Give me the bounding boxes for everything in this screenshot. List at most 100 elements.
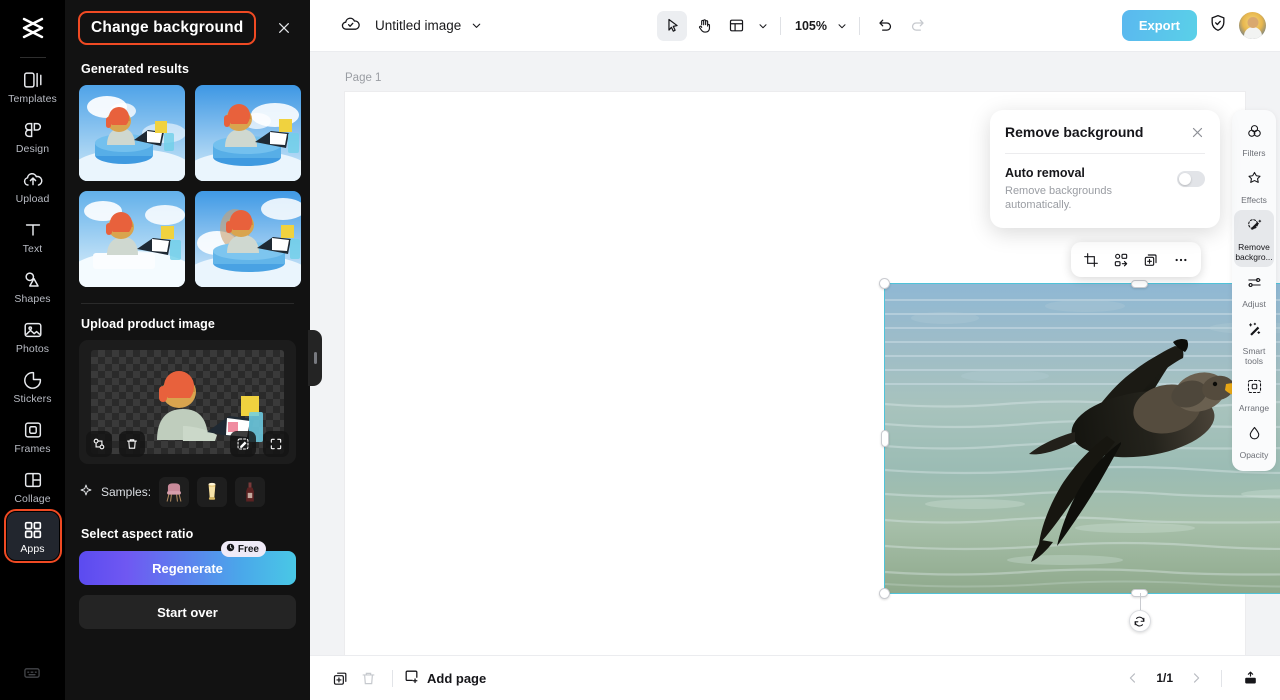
- right-item-adjust[interactable]: Adjust: [1234, 267, 1274, 314]
- auto-removal-toggle[interactable]: [1177, 171, 1205, 187]
- crop-button[interactable]: [1077, 246, 1105, 274]
- upload-product-image-box[interactable]: [79, 340, 296, 464]
- user-avatar[interactable]: [1239, 12, 1266, 39]
- canvas-area[interactable]: Page 1: [310, 52, 1280, 655]
- expand-icon[interactable]: [263, 431, 289, 457]
- generated-result-2[interactable]: [195, 85, 301, 181]
- right-item-remove-background[interactable]: Remove backgro...: [1234, 210, 1274, 267]
- shapes-icon: [22, 269, 44, 291]
- duplicate-button[interactable]: [1137, 246, 1165, 274]
- sidebar-item-shapes[interactable]: Shapes: [7, 262, 59, 310]
- toolbar-separator: [859, 17, 860, 35]
- shield-check-icon[interactable]: [1208, 13, 1228, 38]
- sidebar-label: Design: [16, 144, 49, 155]
- export-button[interactable]: Export: [1122, 10, 1197, 41]
- generated-result-3[interactable]: [79, 191, 185, 287]
- arrange-icon: [1246, 378, 1263, 400]
- sidebar-label: Collage: [14, 494, 50, 505]
- cloud-saved-icon[interactable]: [340, 13, 361, 39]
- shuffle-icon[interactable]: [86, 431, 112, 457]
- add-page-label: Add page: [427, 671, 486, 686]
- close-icon[interactable]: [1190, 125, 1205, 140]
- rotate-icon[interactable]: [1129, 610, 1151, 632]
- generated-result-4[interactable]: [195, 191, 301, 287]
- sidebar-item-upload[interactable]: Upload: [7, 162, 59, 210]
- redo-icon[interactable]: [903, 11, 933, 41]
- upload-product-title: Upload product image: [81, 317, 296, 331]
- capcut-logo[interactable]: [0, 0, 65, 56]
- sidebar-item-text[interactable]: Text: [7, 212, 59, 260]
- toggle-knob: [1179, 173, 1191, 185]
- right-item-smart-tools[interactable]: Smart tools: [1234, 314, 1274, 371]
- sidebar-label: Templates: [8, 94, 57, 105]
- sidebar-item-design[interactable]: Design: [7, 112, 59, 160]
- right-item-opacity[interactable]: Opacity: [1234, 418, 1274, 465]
- right-item-effects[interactable]: Effects: [1234, 163, 1274, 210]
- resize-handle-top-left[interactable]: [879, 278, 890, 289]
- sidebar-item-collage[interactable]: Collage: [7, 462, 59, 510]
- sidebar-item-stickers[interactable]: Stickers: [7, 362, 59, 410]
- right-item-label: Remove backgro...: [1234, 242, 1274, 262]
- panel-collapse-handle[interactable]: [308, 330, 322, 386]
- sample-chair[interactable]: [159, 477, 189, 507]
- sample-drink[interactable]: [197, 477, 227, 507]
- chevron-left-icon[interactable]: [1122, 667, 1144, 689]
- layout-chevron-down-icon[interactable]: [757, 20, 769, 32]
- upload-icon: [22, 169, 44, 191]
- sample-bottle[interactable]: [235, 477, 265, 507]
- keyboard-icon: [22, 663, 44, 685]
- right-item-filters[interactable]: Filters: [1234, 116, 1274, 163]
- filters-icon: [1246, 123, 1263, 145]
- delete-page-icon[interactable]: [354, 664, 382, 692]
- remove-background-popover: Remove background Auto removal Remove ba…: [990, 110, 1220, 228]
- selected-image-cormorant[interactable]: [885, 284, 1280, 593]
- remove-background-button[interactable]: [1107, 246, 1135, 274]
- sidebar-item-apps[interactable]: Apps: [7, 512, 59, 560]
- sidebar-item-photos[interactable]: Photos: [7, 312, 59, 360]
- stickers-icon: [22, 369, 44, 391]
- generated-result-1[interactable]: [79, 85, 185, 181]
- close-icon[interactable]: [272, 16, 296, 40]
- aspect-ratio-title: Select aspect ratio: [81, 527, 296, 541]
- resize-handle-left[interactable]: [881, 430, 889, 447]
- sidebar-label: Photos: [16, 344, 49, 355]
- add-page-button[interactable]: Add page: [403, 668, 486, 688]
- start-over-button[interactable]: Start over: [79, 595, 296, 629]
- floating-object-toolbar: [1071, 242, 1201, 277]
- text-icon: [22, 219, 44, 241]
- handle-grip: [314, 352, 317, 364]
- design-icon: [22, 119, 44, 141]
- hand-tool[interactable]: [689, 11, 719, 41]
- adjust-icon: [1246, 274, 1263, 296]
- duplicate-page-icon[interactable]: [326, 664, 354, 692]
- chevron-right-icon[interactable]: [1185, 667, 1207, 689]
- select-tool[interactable]: [657, 11, 687, 41]
- zoom-chevron-down-icon[interactable]: [836, 20, 848, 32]
- sidebar-label: Shapes: [14, 294, 50, 305]
- app-root: Templates Design Upload: [0, 0, 1280, 700]
- zoom-level[interactable]: 105%: [795, 19, 827, 33]
- document-title[interactable]: Untitled image: [375, 18, 461, 33]
- present-icon[interactable]: [1236, 664, 1264, 692]
- sidebar-item-keyboard[interactable]: [7, 656, 59, 690]
- page-navigation: 1/1: [1122, 664, 1264, 692]
- resize-handle-top[interactable]: [1131, 280, 1148, 288]
- frames-icon: [22, 419, 44, 441]
- regenerate-button[interactable]: Regenerate Free: [79, 551, 296, 585]
- free-badge-label: Free: [238, 544, 259, 555]
- sidebar-item-templates[interactable]: Templates: [7, 62, 59, 110]
- resize-handle-bottom-left[interactable]: [879, 588, 890, 599]
- sidebar-item-frames[interactable]: Frames: [7, 412, 59, 460]
- magic-brush-icon[interactable]: [230, 431, 256, 457]
- right-item-label: Opacity: [1240, 450, 1269, 460]
- chevron-down-icon[interactable]: [470, 19, 483, 32]
- smart-tools-icon: [1246, 321, 1263, 343]
- auto-removal-subtitle: Remove backgrounds automatically.: [1005, 184, 1130, 212]
- add-page-icon: [403, 668, 420, 688]
- layout-tool[interactable]: [721, 11, 751, 41]
- more-options-button[interactable]: [1167, 246, 1195, 274]
- panel-divider: [81, 303, 294, 304]
- undo-icon[interactable]: [871, 11, 901, 41]
- trash-icon[interactable]: [119, 431, 145, 457]
- right-item-arrange[interactable]: Arrange: [1234, 371, 1274, 418]
